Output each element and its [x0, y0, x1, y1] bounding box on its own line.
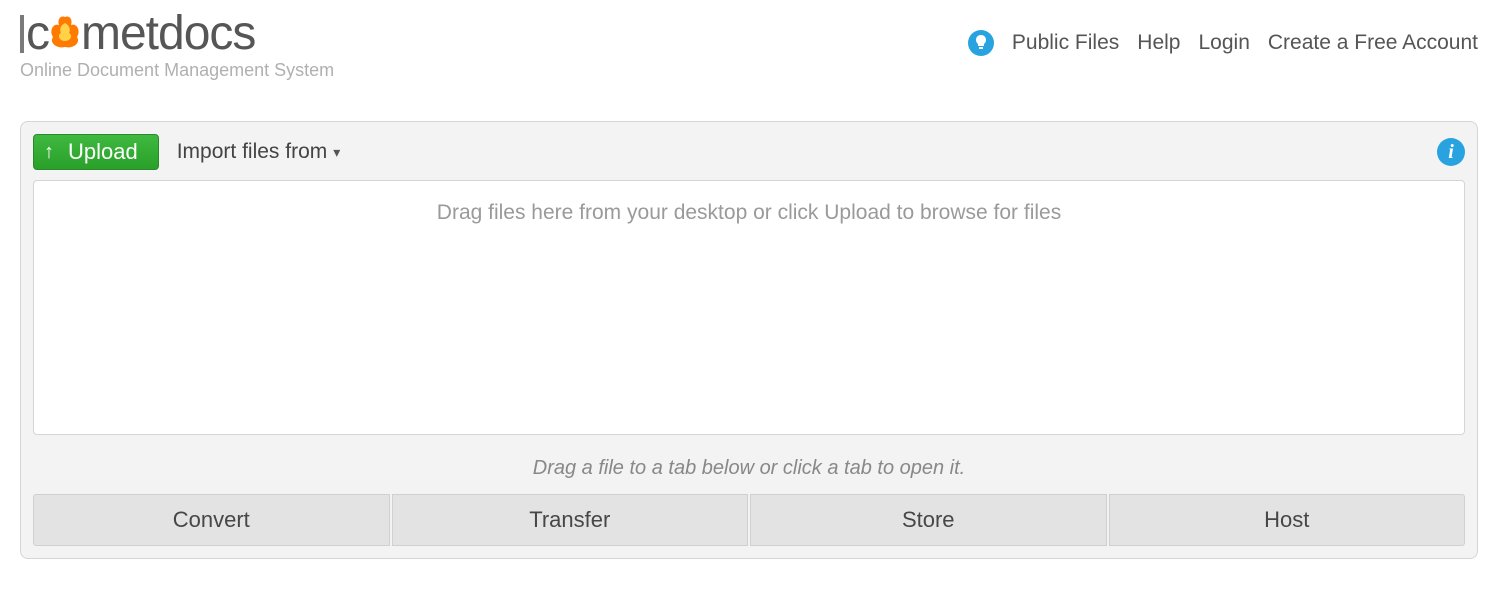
logo[interactable]: c metdocs Online Document Management Sys…: [20, 10, 334, 81]
chevron-down-icon: ▾: [333, 144, 340, 161]
lightbulb-icon[interactable]: [968, 30, 994, 56]
flame-icon: [47, 10, 83, 46]
upload-arrow-icon: ↑: [44, 141, 54, 164]
tab-store[interactable]: Store: [750, 494, 1107, 546]
upload-button[interactable]: ↑ Upload: [33, 134, 159, 170]
main-panel: ↑ Upload Import files from ▾ i Drag file…: [20, 121, 1478, 559]
import-dropdown-label: Import files from: [177, 140, 328, 164]
tab-transfer[interactable]: Transfer: [392, 494, 749, 546]
dropzone-placeholder: Drag files here from your desktop or cli…: [437, 201, 1061, 224]
logo-suffix: metdocs: [81, 10, 255, 58]
nav-help[interactable]: Help: [1137, 31, 1180, 55]
upload-button-label: Upload: [68, 139, 138, 165]
logo-prefix: c: [26, 10, 49, 58]
action-tabs: Convert Transfer Store Host: [33, 494, 1465, 546]
nav-create-account[interactable]: Create a Free Account: [1268, 31, 1478, 55]
tabs-hint: Drag a file to a tab below or click a ta…: [33, 457, 1465, 480]
top-nav: Public Files Help Login Create a Free Ac…: [968, 10, 1478, 56]
header: c metdocs Online Document Management Sys…: [0, 0, 1498, 101]
file-dropzone[interactable]: Drag files here from your desktop or cli…: [33, 180, 1465, 435]
info-icon[interactable]: i: [1437, 138, 1465, 166]
nav-login[interactable]: Login: [1198, 31, 1249, 55]
tab-convert[interactable]: Convert: [33, 494, 390, 546]
tab-host[interactable]: Host: [1109, 494, 1466, 546]
logo-text: c metdocs: [20, 10, 334, 58]
logo-tagline: Online Document Management System: [20, 60, 334, 81]
import-files-dropdown[interactable]: Import files from ▾: [177, 140, 341, 164]
nav-public-files[interactable]: Public Files: [1012, 31, 1119, 55]
toolbar: ↑ Upload Import files from ▾ i: [33, 134, 1465, 170]
